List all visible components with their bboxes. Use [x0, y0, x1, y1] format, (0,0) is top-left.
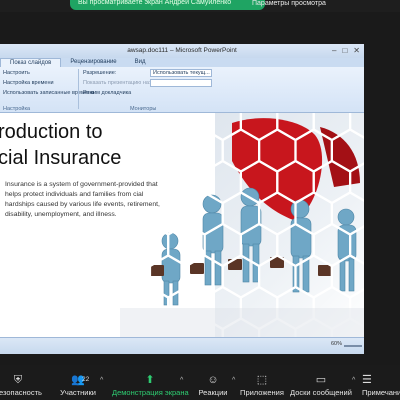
- slide-body-text: Insurance is a system of government-prov…: [5, 181, 160, 218]
- chevron-up-icon[interactable]: ^: [180, 377, 183, 384]
- tab-slideshow[interactable]: Показ слайдов: [0, 58, 62, 67]
- maximize-button[interactable]: □: [342, 46, 347, 56]
- briefcase: [318, 265, 332, 276]
- security-label: Безопасность: [0, 388, 42, 397]
- participants-label: Участники: [60, 388, 96, 397]
- show-on-dropdown[interactable]: [150, 79, 212, 87]
- figure-head: [161, 232, 179, 250]
- whiteboards-button[interactable]: ▭ Доски сообщений: [290, 373, 352, 397]
- zoom-level[interactable]: 60%: [331, 341, 342, 347]
- close-button[interactable]: ✕: [353, 46, 360, 56]
- floor-shadow: [120, 308, 364, 337]
- figure-body: [337, 224, 357, 262]
- notes-label: Примечания: [362, 388, 400, 397]
- honeycomb-cell: [167, 113, 206, 142]
- figure-leg: [214, 250, 222, 286]
- chevron-up-icon[interactable]: ^: [352, 377, 355, 384]
- figure-leg: [348, 258, 355, 292]
- zoom-slider[interactable]: [344, 345, 362, 347]
- figure-leg: [339, 258, 346, 292]
- setup-slideshow-button[interactable]: Настроить: [3, 70, 30, 77]
- figure-body: [161, 248, 181, 284]
- chevron-up-icon[interactable]: ^: [232, 377, 235, 384]
- minimize-button[interactable]: –: [332, 46, 336, 56]
- briefcase: [150, 265, 164, 276]
- figure-leg: [242, 243, 250, 283]
- share-screen-icon: ⬆: [145, 374, 155, 386]
- tab-review[interactable]: Рецензирование: [61, 58, 125, 67]
- zoom-top-banner: Вы просматриваете экран Андрей Самуйленк…: [0, 0, 400, 12]
- window-titlebar: awsap.doc111 – Microsoft PowerPoint – □ …: [0, 44, 364, 58]
- show-on-label: Показать презентацию на:: [83, 80, 151, 86]
- share-screen-button[interactable]: ⬆ Демонстрация экрана: [112, 373, 189, 397]
- whiteboard-icon: ▭: [315, 374, 327, 386]
- slide-title: roduction to cial Insurance: [0, 119, 121, 171]
- ribbon: Настроить Настройка времени Использовать…: [0, 67, 364, 113]
- apps-icon: ⬚: [256, 374, 268, 386]
- shield-icon: ⛨: [13, 374, 23, 386]
- slide-title-line1: roduction to: [0, 121, 103, 143]
- smile-icon: ☺: [207, 374, 219, 386]
- status-bar: 60%: [0, 337, 364, 354]
- reactions-label: Реакции: [198, 388, 228, 397]
- participants-icon: 👥: [71, 374, 85, 386]
- security-button[interactable]: ⛨ Безопасность: [0, 373, 42, 397]
- group-label-monitors: Мониторы: [130, 106, 157, 112]
- figure-head: [337, 208, 355, 226]
- resolution-label: Разрешение:: [83, 70, 117, 76]
- ribbon-divider: [78, 69, 79, 109]
- apps-label: Приложения: [240, 388, 284, 397]
- share-screen-label: Демонстрация экрана: [112, 388, 189, 397]
- reactions-button[interactable]: ☺ Реакции: [196, 373, 230, 397]
- apps-button[interactable]: ⬚ Приложения: [238, 373, 286, 397]
- powerpoint-window: awsap.doc111 – Microsoft PowerPoint – □ …: [0, 44, 364, 354]
- presenter-view-checkbox[interactable]: Режим докладчика: [83, 90, 131, 97]
- participants-count: 22: [82, 376, 90, 383]
- ribbon-group-setup: Настроить Настройка времени Использовать…: [0, 67, 94, 113]
- view-options-button[interactable]: Параметры просмотра: [252, 0, 326, 8]
- briefcase: [190, 263, 204, 274]
- honeycomb-cell: [130, 113, 170, 142]
- slide-stage: roduction to cial Insurance Insurance is…: [0, 113, 364, 337]
- window-title: awsap.doc111 – Microsoft PowerPoint: [127, 47, 237, 54]
- whiteboards-label: Доски сообщений: [290, 388, 352, 397]
- chevron-up-icon[interactable]: ^: [100, 377, 103, 384]
- share-status-pill[interactable]: Вы просматриваете экран Андрей Самуйленк…: [70, 0, 265, 10]
- slide-title-line2: cial Insurance: [0, 147, 122, 169]
- notes-button[interactable]: ☰ Примечания: [362, 373, 400, 397]
- zoom-toolbar: ⛨ Безопасность 👥 Участники 22 ^ ⬆ Демонс…: [0, 365, 400, 400]
- group-label-setup: Настройка: [3, 106, 31, 112]
- ribbon-tabs: Показ слайдов Рецензирование Вид: [0, 58, 364, 67]
- ribbon-group-monitors: Разрешение: Использовать текущ... Показа…: [80, 67, 214, 113]
- current-slide: roduction to cial Insurance Insurance is…: [0, 113, 364, 337]
- resolution-dropdown[interactable]: Использовать текущ...: [150, 69, 212, 77]
- tab-view[interactable]: Вид: [126, 58, 155, 67]
- notes-icon: ☰: [362, 374, 372, 386]
- participants-button[interactable]: 👥 Участники: [52, 373, 104, 397]
- rehearse-timings-button[interactable]: Настройка времени: [3, 80, 54, 87]
